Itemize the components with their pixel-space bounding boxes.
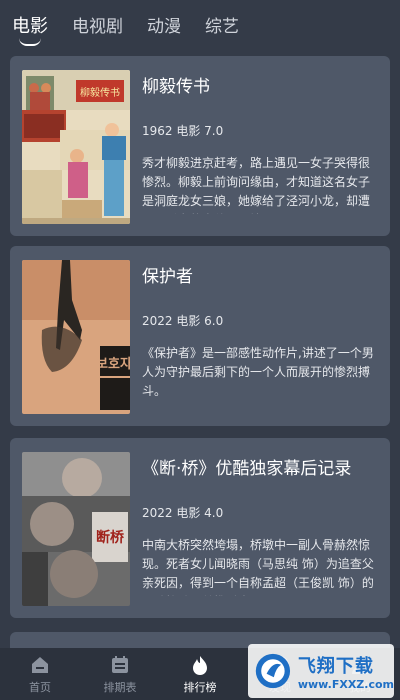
- nav-schedule-label: 排期表: [103, 681, 137, 694]
- movie-title: 保护者: [142, 267, 193, 287]
- tab-movie-label: 电影: [12, 16, 48, 37]
- nav-ranking[interactable]: 排行榜: [160, 648, 240, 700]
- watermark-url: www.FXXZ.com: [297, 677, 394, 691]
- poster-broken-bridge-image: 断桥: [22, 452, 130, 606]
- movie-card[interactable]: 보호자 保护者 2022 电影 6.0 《保护者》是一部感性动作片,讲述了一个男…: [10, 246, 390, 426]
- movie-description: 中南大桥突然垮塌，桥墩中一副人骨赫然惊现。死者女儿闻晓雨（马思纯 饰）为追查父亲…: [142, 538, 374, 596]
- tab-anime-label: 动漫: [147, 17, 181, 37]
- movie-poster: 断桥: [22, 452, 130, 606]
- movie-description: 《保护者》是一部感性动作片,讲述了一个男人为守护最后剩下的一个人而展开的惨烈搏斗…: [142, 346, 374, 398]
- movie-title: 柳毅传书: [142, 77, 210, 97]
- movie-meta: 2022 电影 6.0: [142, 314, 224, 328]
- nav-schedule[interactable]: 排期表: [80, 648, 160, 700]
- movie-poster: 柳毅传书: [22, 70, 130, 224]
- home-icon: [32, 657, 48, 673]
- site-watermark: 飞翔下载 www.FXXZ.com: [248, 644, 394, 698]
- tab-tv-series-label: 电视剧: [72, 17, 123, 37]
- tab-movie[interactable]: 电影: [12, 12, 48, 46]
- tab-tv-series[interactable]: 电视剧: [72, 12, 123, 37]
- movie-meta: 1962 电影 7.0: [142, 124, 224, 138]
- watermark-logo-icon: [255, 653, 291, 689]
- poster-title-text: 柳毅传书: [80, 86, 120, 99]
- nav-home-label: 首页: [29, 681, 51, 694]
- movie-meta: 2022 电影 4.0: [142, 506, 224, 520]
- poster-title-text: 断桥: [96, 529, 125, 546]
- flame-icon: [193, 656, 207, 675]
- movie-poster: 보호자: [22, 260, 130, 414]
- nav-ranking-label: 排行榜: [183, 681, 217, 694]
- nav-home[interactable]: 首页: [0, 648, 80, 700]
- poster-title-text: 보호자: [96, 357, 130, 372]
- watermark-text: 飞翔下载 www.FXXZ.com: [298, 652, 394, 691]
- tab-variety[interactable]: 综艺: [205, 12, 239, 37]
- tab-anime[interactable]: 动漫: [147, 12, 181, 37]
- movie-title: 《断·桥》优酷独家幕后记录: [142, 459, 352, 479]
- watermark-title: 飞翔下载: [297, 655, 374, 677]
- active-tab-indicator: [19, 38, 41, 46]
- category-tabs: 电影 电视剧 动漫 综艺: [0, 0, 400, 52]
- movie-description: 秀才柳毅进京赶考，路上遇见一女子哭得很惨烈。柳毅上前询问缘由，才知道这名女子是洞…: [142, 156, 371, 214]
- tab-variety-label: 综艺: [205, 17, 239, 37]
- poster-protector-image: 보호자: [22, 260, 130, 414]
- poster-liu-yi-image: 柳毅传书: [22, 70, 130, 224]
- movie-card[interactable]: 柳毅传书 柳毅传书 1962 电影 7.0 秀才柳毅进京赶考，路上遇见一女子哭得…: [10, 56, 390, 236]
- movie-card[interactable]: 断桥 《断·桥》优酷独家幕后记录 2022 电影 4.0 中南大桥突然垮塌，桥墩…: [10, 438, 390, 618]
- calendar-icon: [112, 656, 128, 673]
- movie-list[interactable]: 柳毅传书 柳毅传书 1962 电影 7.0 秀才柳毅进京赶考，路上遇见一女子哭得…: [0, 52, 400, 648]
